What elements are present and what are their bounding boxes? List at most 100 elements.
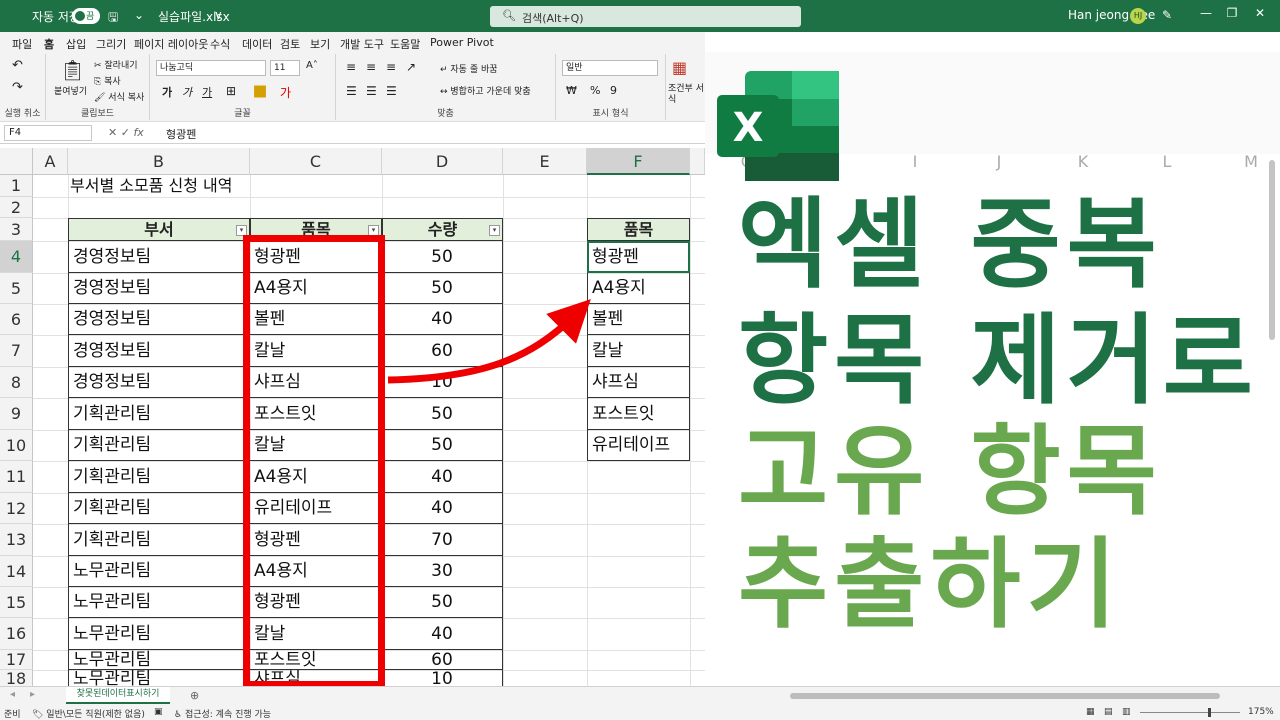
quantity-cell[interactable]: 40 [382,461,503,493]
search-input[interactable]: 🔍︎ 검색(Alt+Q) [490,6,801,27]
row-header[interactable]: 14 [0,556,33,587]
tab-view[interactable]: 보기 [310,36,330,52]
cut-button[interactable]: ✂ 잘라내기 [94,58,138,71]
column-header[interactable]: E [503,148,587,175]
add-sheet-icon[interactable]: ⊕ [190,689,199,702]
horizontal-scrollbar[interactable] [790,693,1220,699]
tab-data[interactable]: 데이터 [242,36,272,52]
unique-item-cell[interactable]: 유리테이프 [587,430,690,461]
align-middle-icon[interactable]: ≡ [366,60,376,74]
tab-page-layout[interactable]: 페이지 레이아웃 [134,36,208,52]
sensitivity-status[interactable]: 🏷︎ 일반\모든 직원(제한 없음) [32,707,145,720]
avatar[interactable]: HJ [1130,8,1146,24]
unique-item-cell[interactable]: 포스트잇 [587,398,690,430]
redo-icon[interactable]: ↷ [12,80,23,95]
tab-power-pivot[interactable]: Power Pivot [430,36,494,49]
quantity-cell[interactable]: 70 [382,524,503,556]
page-break-view-icon[interactable]: ▥ [1122,707,1131,717]
save-icon[interactable]: 🖫 [108,8,118,29]
row-header[interactable]: 5 [0,273,33,304]
unique-item-cell[interactable]: 칼날 [587,335,690,367]
orientation-icon[interactable]: ↗ [406,60,416,74]
font-name-select[interactable]: 나눔고딕 [156,60,266,76]
department-cell[interactable]: 기획관리팀 [68,493,250,524]
macro-record-icon[interactable]: ▣ [154,707,163,717]
align-center-icon[interactable]: ☰ [366,84,377,98]
autosave-toggle[interactable]: 끔 [72,8,100,24]
tab-help[interactable]: 도움말 [390,36,420,52]
department-cell[interactable]: 경영정보팀 [68,304,250,335]
close-icon[interactable]: ✕ [1250,6,1270,26]
fill-color-icon[interactable]: ⬛︎ [254,84,266,99]
quantity-cell[interactable]: 50 [382,398,503,430]
name-box[interactable]: F4 [4,125,92,141]
formula-input[interactable]: 형광펜 [166,126,196,142]
customize-qat-icon[interactable]: ⌄ [134,8,144,22]
column-header[interactable]: C [250,148,382,175]
column-header[interactable]: D [382,148,503,175]
department-cell[interactable]: 기획관리팀 [68,398,250,430]
column-header-selected[interactable]: F [587,148,690,175]
comma-icon[interactable]: 9 [610,84,617,97]
next-sheet-icon[interactable]: ▸ [30,689,35,700]
paste-button[interactable]: 붙여넣기 [54,84,87,97]
vertical-scrollbar[interactable] [1268,150,1276,680]
normal-view-icon[interactable]: ▦ [1086,707,1095,717]
department-cell[interactable]: 기획관리팀 [68,461,250,493]
align-bottom-icon[interactable]: ≡ [386,60,396,74]
row-header[interactable]: 11 [0,461,33,493]
row-header[interactable]: 15 [0,587,33,618]
row-header[interactable]: 16 [0,618,33,650]
quantity-cell[interactable]: 60 [382,650,503,670]
department-cell[interactable]: 노무관리팀 [68,650,250,670]
department-cell[interactable]: 기획관리팀 [68,430,250,461]
department-cell[interactable]: 경영정보팀 [68,273,250,304]
department-cell[interactable]: 노무관리팀 [68,587,250,618]
tab-insert[interactable]: 삽입 [66,36,86,52]
format-painter-button[interactable]: 🖌︎ 서식 복사 [94,90,144,103]
department-cell[interactable]: 경영정보팀 [68,367,250,398]
tab-review[interactable]: 검토 [280,36,300,52]
zoom-thumb[interactable] [1208,708,1211,717]
conditional-format-button[interactable]: 조건부 서식 [668,84,704,106]
zoom-slider[interactable] [1140,712,1240,713]
filter-dropdown-icon[interactable]: ▾ [489,225,500,236]
quantity-cell[interactable]: 50 [382,241,503,273]
department-cell[interactable]: 기획관리팀 [68,524,250,556]
unique-item-cell[interactable]: 샤프심 [587,367,690,398]
sheet-tab-active[interactable]: 찾못된데이터표시하기 [66,687,170,704]
department-cell[interactable]: 경영정보팀 [68,241,250,273]
zoom-level[interactable]: 175% [1248,707,1274,717]
quantity-cell[interactable]: 40 [382,618,503,650]
row-header[interactable]: 7 [0,335,33,367]
department-cell[interactable]: 노무관리팀 [68,618,250,650]
department-cell[interactable]: 경영정보팀 [68,335,250,367]
font-size-select[interactable]: 11 [270,60,300,76]
paste-icon[interactable]: 📋︎ [60,58,85,82]
table-header-quantity[interactable]: 수량 ▾ [382,218,503,241]
select-all-corner[interactable] [0,148,33,175]
pen-icon[interactable]: ✎ [1162,8,1172,22]
chevron-down-icon[interactable]: ∨ [214,8,223,22]
underline-icon[interactable]: 가 [202,84,212,100]
currency-icon[interactable]: ₩ [566,84,577,97]
unique-item-cell[interactable]: 볼펜 [587,304,690,335]
row-header[interactable]: 2 [0,197,33,218]
merge-center-button[interactable]: ↔ 병합하고 가운데 맞춤 [440,84,531,97]
tab-file[interactable]: 파일 [12,36,32,52]
quantity-cell[interactable]: 50 [382,587,503,618]
restore-icon[interactable]: ❐ [1222,6,1242,26]
row-header[interactable]: 13 [0,524,33,556]
percent-icon[interactable]: % [590,84,600,97]
copy-button[interactable]: ⎘ 복사 [94,74,121,87]
tab-formulas[interactable]: 수식 [210,36,230,52]
wrap-text-button[interactable]: ↵ 자동 줄 바꿈 [440,62,498,75]
prev-sheet-icon[interactable]: ◂ [10,689,15,700]
tab-draw[interactable]: 그리기 [96,36,126,52]
department-cell[interactable]: 노무관리팀 [68,556,250,587]
unique-item-cell[interactable]: A4용지 [587,273,690,304]
column-header[interactable]: B [68,148,250,175]
table-header-department[interactable]: 부서 ▾ [68,218,250,241]
row-header[interactable]: 8 [0,367,33,398]
row-header[interactable]: 12 [0,493,33,524]
